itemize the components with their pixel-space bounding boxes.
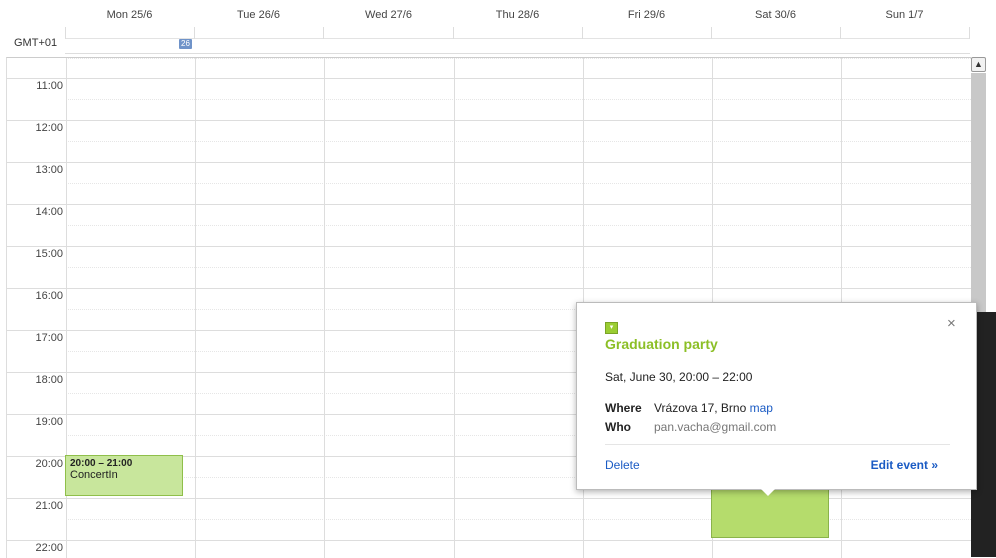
popup-arrow bbox=[761, 489, 775, 496]
who-value: pan.vacha@gmail.com bbox=[654, 420, 777, 434]
edit-event-link[interactable]: Edit event » bbox=[871, 458, 938, 472]
event-color-chip[interactable]: ▾ bbox=[605, 322, 618, 334]
popup-event-title: Graduation party bbox=[605, 336, 718, 352]
event-details-popup: × ▾ Graduation party Sat, June 30, 20:00… bbox=[576, 302, 977, 490]
hour-label: 19:00 bbox=[35, 416, 63, 428]
timezone-label: GMT+01 bbox=[14, 37, 58, 49]
event-title: ConcertIn bbox=[70, 469, 118, 481]
hour-label: 21:00 bbox=[35, 500, 63, 512]
day-header-row: Mon 25/6 Tue 26/6 Wed 27/6 Thu 28/6 Fri … bbox=[0, 0, 970, 27]
hour-label: 17:00 bbox=[35, 332, 63, 344]
all-day-area[interactable] bbox=[65, 27, 970, 54]
where-value: Vrázova 17, Brno map bbox=[654, 401, 773, 415]
day-header-sat[interactable]: Sat 30/6 bbox=[711, 9, 840, 21]
day-header-tue[interactable]: Tue 26/6 bbox=[194, 9, 323, 21]
hour-label: 14:00 bbox=[35, 206, 63, 218]
close-icon[interactable]: × bbox=[947, 315, 956, 332]
hour-label: 11:00 bbox=[36, 80, 63, 92]
where-label: Where bbox=[605, 401, 642, 415]
event-concertin[interactable]: 20:00 – 21:00 ConcertIn bbox=[65, 455, 183, 496]
week-number-badge[interactable]: 26 bbox=[179, 39, 192, 49]
event-time: 20:00 – 21:00 bbox=[70, 458, 133, 469]
where-address: Vrázova 17, Brno bbox=[654, 401, 747, 415]
hour-label: 13:00 bbox=[35, 164, 63, 176]
hour-label: 16:00 bbox=[35, 290, 63, 302]
day-header-fri[interactable]: Fri 29/6 bbox=[582, 9, 711, 21]
hour-label: 22:00 bbox=[35, 542, 63, 554]
map-link[interactable]: map bbox=[750, 401, 773, 415]
popup-divider bbox=[605, 444, 950, 445]
who-label: Who bbox=[605, 420, 631, 434]
day-header-sun[interactable]: Sun 1/7 bbox=[840, 9, 969, 21]
hour-label: 12:00 bbox=[35, 122, 63, 134]
scroll-up-button[interactable]: ▲ bbox=[971, 57, 986, 72]
day-header-thu[interactable]: Thu 28/6 bbox=[453, 9, 582, 21]
hour-label: 18:00 bbox=[35, 374, 63, 386]
hour-label: 20:00 bbox=[35, 458, 63, 470]
delete-link[interactable]: Delete bbox=[605, 458, 640, 472]
day-header-mon[interactable]: Mon 25/6 bbox=[65, 9, 194, 21]
popup-event-when: Sat, June 30, 20:00 – 22:00 bbox=[605, 370, 753, 384]
scrollbar-thumb[interactable] bbox=[971, 73, 986, 318]
hour-label: 15:00 bbox=[35, 248, 63, 260]
day-header-wed[interactable]: Wed 27/6 bbox=[324, 9, 453, 21]
